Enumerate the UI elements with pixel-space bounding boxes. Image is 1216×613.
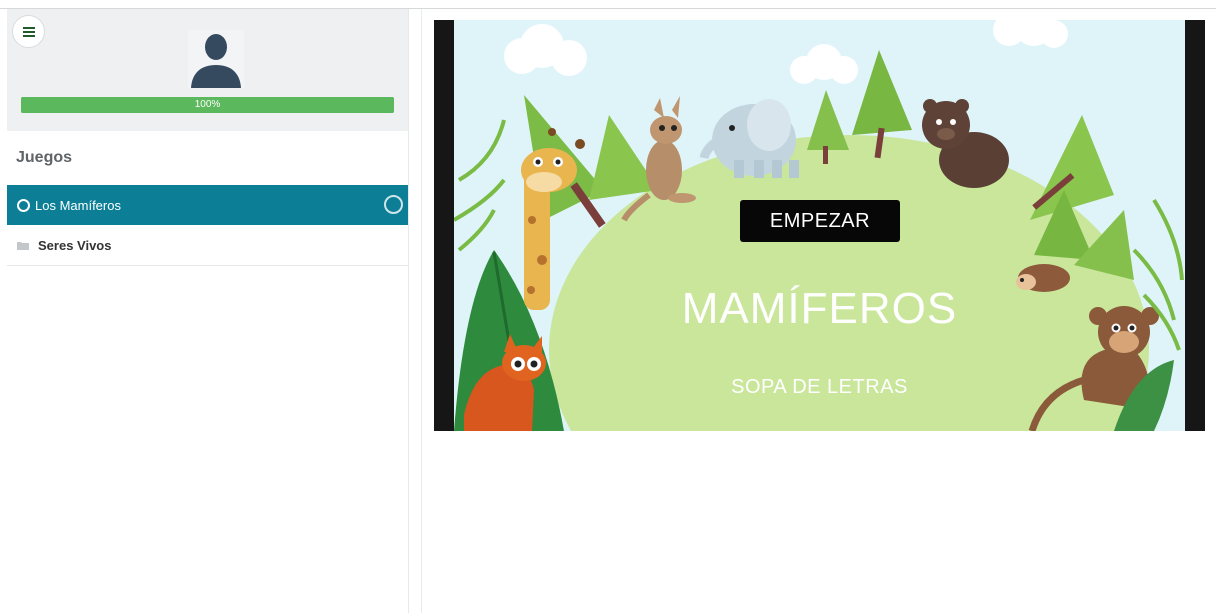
game-subtitle: SOPA DE LETRAS (731, 376, 908, 398)
game-stage: EMPEZAR MAMÍFEROS SOPA DE LETRAS (434, 20, 1205, 431)
sidebar-item-label: Los Mamíferos (35, 197, 121, 213)
game-title: MAMÍFEROS (681, 284, 958, 333)
progress-text: 100% (194, 99, 221, 110)
sidebar-item-los-mamiferos[interactable]: Los Mamíferos (7, 185, 408, 225)
section-title: Juegos (16, 149, 73, 166)
progress-bar: 100% (21, 97, 394, 113)
sidebar-divider (408, 9, 409, 613)
sidebar: 100% Juegos Los Mamíferos Seres Vivos (7, 9, 408, 613)
status-ring-icon (384, 195, 403, 214)
avatar (188, 30, 244, 88)
letterbox-left (434, 20, 454, 431)
hamburger-icon (22, 26, 35, 37)
start-button[interactable]: EMPEZAR (740, 200, 900, 242)
letterbox-right (1185, 20, 1205, 431)
sidebar-item-label: Seres Vivos (38, 237, 112, 253)
content-divider (421, 9, 422, 613)
sidebar-item-seres-vivos[interactable]: Seres Vivos (7, 225, 408, 266)
user-silhouette-icon (191, 34, 241, 88)
menu-button[interactable] (12, 15, 45, 48)
folder-icon (17, 241, 29, 250)
profile-panel: 100% (7, 9, 408, 131)
ring-icon (17, 198, 30, 212)
